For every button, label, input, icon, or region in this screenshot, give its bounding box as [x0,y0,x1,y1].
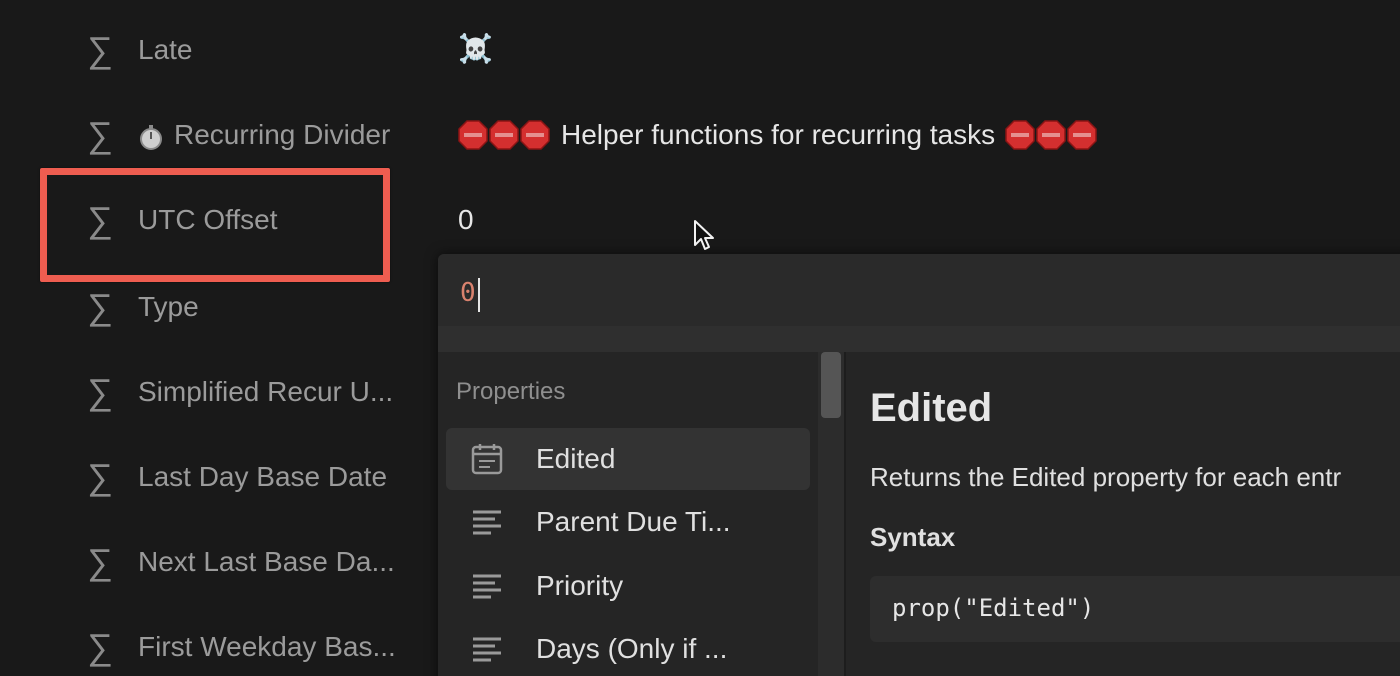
property-row-late[interactable]: ∑ Late [84,26,424,74]
list-item-days[interactable]: Days (Only if ... [446,618,810,676]
syntax-heading: Syntax [870,522,956,552]
property-row-first-weekday-base[interactable]: ∑ First Weekday Bas... [84,623,424,671]
property-label: Last Day Base Date [138,461,388,492]
sigma-icon: ∑ [87,114,113,155]
syntax-code-block: prop("Edited") [870,576,1400,642]
highlight-box [40,168,390,282]
sigma-icon: ∑ [87,286,113,327]
skull-crossbones-emoji: ☠️ [458,32,493,64]
formula-suggestion-list: Properties Edited Parent Due Ti... Prior… [438,352,844,676]
list-scrollbar-thumb[interactable] [821,352,841,418]
formula-input[interactable]: 0 [438,254,1400,326]
stop-sign-icon [1036,120,1066,150]
property-value-utc-offset[interactable]: 0 [458,196,474,244]
section-heading-properties: Properties [456,378,566,405]
property-row-last-day-base-date[interactable]: ∑ Last Day Base Date [84,453,424,501]
formula-detail-pane: Edited Returns the Edited property for e… [846,352,1400,676]
stop-sign-emoji-group [458,120,551,150]
text-caret [478,278,480,312]
property-label: Type [138,291,199,322]
property-label: Recurring Divider [138,119,390,151]
divider-text: Helper functions for recurring tasks [561,119,996,150]
stop-sign-icon [489,120,519,150]
sigma-icon: ∑ [87,541,113,582]
property-row-next-last-base-date[interactable]: ∑ Next Last Base Da... [84,538,424,586]
stop-sign-icon [1005,120,1035,150]
property-row-type[interactable]: ∑ Type [84,283,424,331]
detail-title: Edited [870,386,993,430]
text-lines-icon [473,574,501,599]
list-scrollbar[interactable] [818,352,844,676]
formula-divider-band [438,326,1400,352]
property-row-recurring-divider[interactable]: ∑ Recurring Divider [84,111,424,159]
property-row-simplified-recur[interactable]: ∑ Simplified Recur U... [84,368,424,416]
text-lines-icon [473,510,501,535]
text-lines-icon [473,637,501,662]
sigma-icon: ∑ [87,626,113,667]
list-item-edited[interactable]: Edited [446,428,810,490]
property-label: Next Last Base Da... [138,546,395,577]
mouse-cursor-icon [694,220,714,250]
stop-sign-icon [520,120,550,150]
stop-sign-icon [1067,120,1097,150]
property-label: Late [138,34,193,65]
formula-input-text: 0 [460,278,476,308]
utc-offset-value: 0 [458,204,474,235]
property-label: Simplified Recur U... [138,376,394,407]
stopwatch-icon [140,124,162,150]
list-item-parent-due-time[interactable]: Parent Due Ti... [446,491,810,553]
calendar-icon [471,444,503,475]
sigma-icon: ∑ [87,29,113,70]
list-item-label: Parent Due Ti... [536,506,731,537]
list-item-priority[interactable]: Priority [446,555,810,617]
sigma-icon: ∑ [87,371,113,412]
syntax-code: prop("Edited") [892,594,1095,622]
sigma-icon: ∑ [87,456,113,497]
notion-page: ∑ Late ☠️ ∑ Recurring Divider Helper fun… [0,0,1400,676]
detail-description: Returns the Edited property for each ent… [870,462,1342,492]
property-value-late[interactable]: ☠️ [458,24,493,72]
stop-sign-emoji-group [1005,120,1098,150]
list-item-label: Priority [536,570,624,601]
stop-sign-icon [458,120,488,150]
property-label: First Weekday Bas... [138,631,396,662]
formula-editor-popup: 0 Properties Edited Parent Due Ti... Pri… [438,254,1400,676]
list-item-label: Edited [536,443,616,474]
property-value-recurring-divider[interactable]: Helper functions for recurring tasks [458,111,1098,159]
list-item-label: Days (Only if ... [536,633,728,664]
